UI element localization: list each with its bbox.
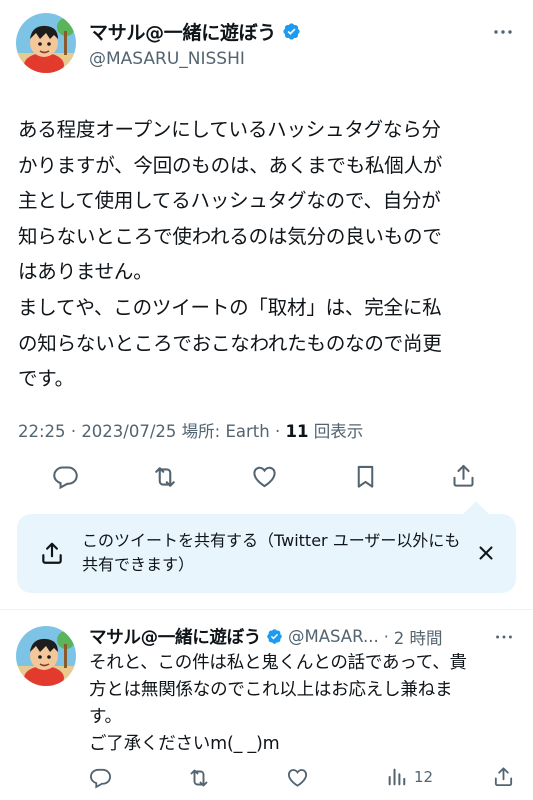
reply-timestamp[interactable]: 2 時間 — [394, 625, 443, 649]
retweet-button[interactable] — [151, 463, 179, 491]
share-callout: このツイートを共有する（Twitter ユーザー以外にも共有できます） — [17, 501, 516, 593]
reply-views-button[interactable]: 12 — [386, 766, 433, 788]
bookmark-button[interactable] — [352, 463, 379, 490]
divider — [0, 609, 533, 610]
views-count: 11 — [285, 422, 309, 441]
reply-author-avatar[interactable] — [16, 626, 76, 686]
share-icon — [453, 464, 474, 487]
reply-retweet-button[interactable] — [187, 766, 211, 790]
tweet-metadata: 22:25 · 2023/07/25 場所: Earth · 11 回表示 — [18, 418, 363, 442]
verified-badge-icon — [266, 628, 283, 645]
meta-separator: · — [383, 627, 389, 646]
reply-author-display-name[interactable]: マサル@一緒に遊ぼう — [89, 624, 261, 649]
bookmark-icon — [357, 465, 374, 488]
views-label: 回表示 — [313, 422, 364, 441]
meta-separator: · — [274, 422, 286, 441]
meta-separator: · — [70, 422, 82, 441]
author-avatar[interactable] — [16, 13, 76, 73]
reply-icon — [90, 768, 111, 789]
avatar-illustration — [16, 626, 76, 686]
like-icon — [287, 769, 308, 787]
author-handle[interactable]: @MASARU_NISSHI — [89, 49, 245, 69]
share-button[interactable] — [450, 462, 477, 489]
share-callout-text[interactable]: このツイートを共有する（Twitter ユーザー以外にも共有できます） — [82, 529, 467, 577]
reply-tweet-text: それと、この件は私と鬼くんとの話であって、貴 方とは無関係なのでこれ以上はお応え… — [89, 653, 467, 754]
tweet-time[interactable]: 22:25 — [18, 422, 66, 441]
callout-pointer — [463, 501, 489, 527]
reply-button[interactable] — [52, 463, 79, 490]
close-icon[interactable] — [475, 542, 497, 564]
more-options-icon[interactable] — [491, 20, 515, 44]
verified-badge-icon — [282, 22, 301, 41]
like-icon — [253, 466, 276, 488]
analytics-icon — [388, 768, 406, 786]
reply-share-button[interactable] — [492, 765, 515, 788]
reply-views-count: 12 — [414, 768, 434, 786]
tweet-text: ある程度オープンにしているハッシュタグなら分 かりますが、今回のものは、あくまで… — [18, 118, 443, 391]
retweet-icon — [155, 467, 175, 487]
reply-icon — [53, 466, 78, 490]
author-display-name[interactable]: マサル@一緒に遊ぼう — [89, 18, 276, 45]
avatar-illustration — [16, 13, 76, 73]
more-options-icon[interactable] — [493, 626, 515, 648]
share-icon — [494, 767, 513, 787]
tweet-date[interactable]: 2023/07/25 — [81, 422, 176, 441]
reply-author-handle[interactable]: @MASAR... — [288, 627, 379, 646]
reply-header: マサル@一緒に遊ぼう @MASAR... · 2 時間 — [89, 624, 443, 649]
like-button[interactable] — [251, 463, 278, 490]
tweet-location: 場所: Earth — [181, 422, 270, 441]
reply-reply-button[interactable] — [89, 766, 112, 789]
author-name-row: マサル@一緒に遊ぼう — [89, 18, 301, 45]
share-icon[interactable] — [39, 540, 65, 566]
retweet-icon — [190, 769, 208, 787]
reply-like-button[interactable] — [286, 766, 309, 789]
